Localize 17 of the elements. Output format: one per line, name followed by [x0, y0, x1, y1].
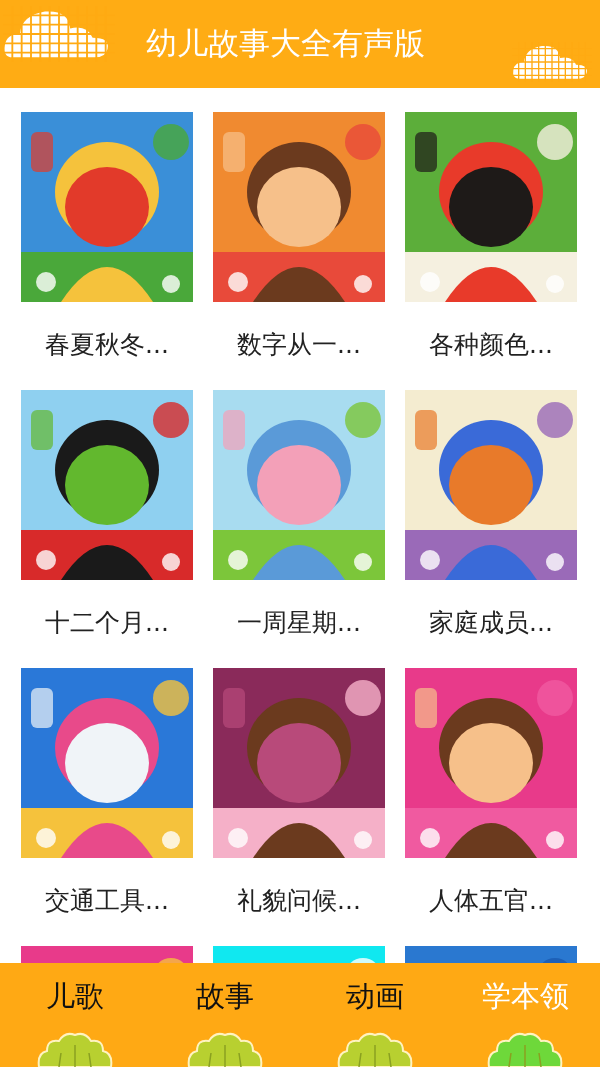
bush-icon [335, 1031, 415, 1067]
story-title[interactable]: 春夏秋冬... [45, 328, 169, 361]
story-title[interactable]: 交通工具... [45, 884, 169, 917]
story-title[interactable]: 十二个月... [45, 606, 169, 639]
tab[interactable]: 故事 [150, 963, 300, 1067]
tab[interactable]: 儿歌 [0, 963, 150, 1067]
story-title[interactable]: 各种颜色... [429, 328, 553, 361]
story-title[interactable]: 礼貌问候... [237, 884, 361, 917]
bush-icon [185, 1031, 265, 1067]
story-title[interactable]: 家庭成员... [429, 606, 553, 639]
story-title[interactable]: 一周星期... [237, 606, 361, 639]
story-title[interactable]: 数字从一... [237, 328, 361, 361]
bush-icon [35, 1031, 115, 1067]
app-title: 幼儿故事大全有声版 [145, 24, 425, 63]
story-title[interactable]: 人体五官... [429, 884, 553, 917]
bush-icon [485, 1031, 565, 1067]
tab[interactable]: 动画 [300, 963, 450, 1067]
